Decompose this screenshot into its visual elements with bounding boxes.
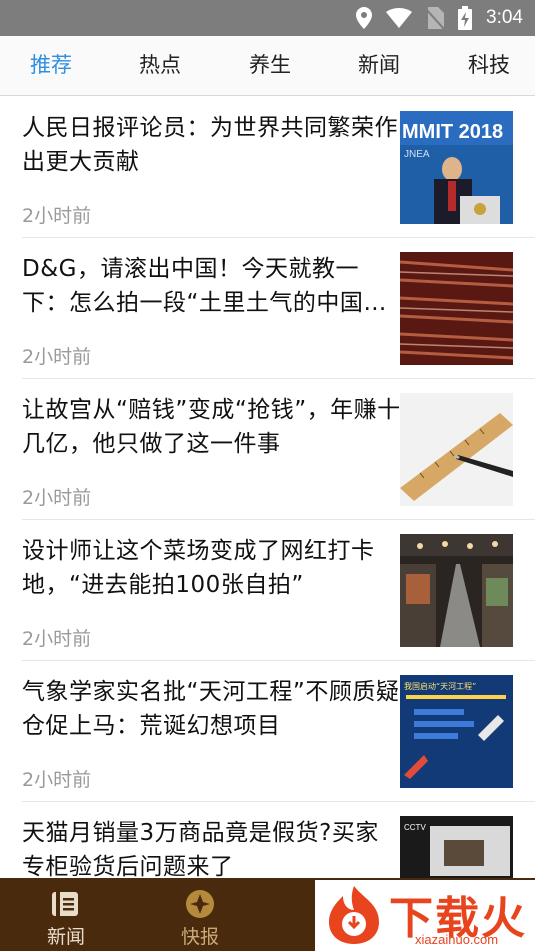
express-icon <box>186 890 214 918</box>
svg-text:JNEA: JNEA <box>404 149 430 160</box>
wifi-icon <box>386 8 413 28</box>
thumb-caption: MMIT 2018 <box>402 121 503 143</box>
status-bar: 3:04 <box>0 0 535 36</box>
news-thumbnail <box>400 534 513 647</box>
nav-item-news[interactable]: 新闻 <box>16 878 116 951</box>
battery-charging-icon <box>458 6 473 30</box>
news-title: 天猫月销量3万商品竟是假货?买家专柜验货后问题来了 <box>22 820 379 878</box>
news-time: 2小时前 <box>22 487 92 509</box>
news-item[interactable]: D&G，请滚出中国！今天就教一下：怎么拍一段“土里土气的中国… 2小时前 <box>22 238 535 379</box>
news-feed[interactable]: 人民日报评论员：为世界共同繁荣作出更大贡献 2小时前 MMIT 2018 JNE… <box>0 97 535 878</box>
news-title: 气象学家实名批“天河工程”不顾质疑仓促上马：荒诞幻想项目 <box>22 679 400 739</box>
tab-health[interactable]: 养生 <box>249 36 291 96</box>
news-thumbnail: 我国启动“天河工程” <box>400 675 513 788</box>
news-item[interactable]: 让故宫从“赔钱”变成“抢钱”，年赚十几亿，他只做了这一件事 2小时前 <box>22 379 535 520</box>
tab-tech[interactable]: 科技 <box>468 36 510 96</box>
news-item[interactable]: 气象学家实名批“天河工程”不顾质疑仓促上马：荒诞幻想项目 2小时前 我国启动“天… <box>22 661 535 802</box>
news-thumbnail <box>400 252 513 365</box>
nav-label: 新闻 <box>46 926 85 948</box>
news-title: D&G，请滚出中国！今天就教一下：怎么拍一段“土里土气的中国… <box>22 256 387 316</box>
tab-recommend[interactable]: 推荐 <box>30 36 72 96</box>
news-time: 2小时前 <box>22 205 92 227</box>
status-time: 3:04 <box>486 7 523 28</box>
news-item[interactable]: 设计师让这个菜场变成了网红打卡地，“进去能拍100张自拍” 2小时前 <box>22 520 535 661</box>
nav-item-express[interactable]: 快报 <box>150 878 250 951</box>
news-thumbnail <box>400 393 513 506</box>
news-icon <box>52 892 78 916</box>
tab-news[interactable]: 新闻 <box>358 36 400 96</box>
status-icons: 3:04 <box>356 0 523 36</box>
nav-label: 快报 <box>180 926 219 948</box>
category-tab-bar: 推荐 热点 养生 新闻 科技 <box>0 36 535 96</box>
news-time: 2小时前 <box>22 346 92 368</box>
location-icon <box>356 7 373 29</box>
news-title: 人民日报评论员：为世界共同繁荣作出更大贡献 <box>22 115 398 175</box>
news-thumbnail: MMIT 2018 JNEA <box>400 111 513 224</box>
news-title: 设计师让这个菜场变成了网红打卡地，“进去能拍100张自拍” <box>22 538 375 598</box>
news-title: 让故宫从“赔钱”变成“抢钱”，年赚十几亿，他只做了这一件事 <box>22 397 401 457</box>
news-time: 2小时前 <box>22 628 92 650</box>
news-item[interactable]: 人民日报评论员：为世界共同繁荣作出更大贡献 2小时前 MMIT 2018 JNE… <box>22 97 535 238</box>
news-thumbnail: CCTV <box>400 816 513 878</box>
tab-hot[interactable]: 热点 <box>139 36 181 96</box>
watermark-logo: 下载火 xiazaihuo.com <box>315 880 535 951</box>
watermark-url: xiazaihuo.com <box>415 932 499 947</box>
svg-text:CCTV: CCTV <box>404 823 426 832</box>
flame-logo-icon <box>329 886 379 944</box>
no-sim-icon <box>426 7 445 29</box>
news-item[interactable]: 天猫月销量3万商品竟是假货?买家专柜验货后问题来了 CCTV <box>22 802 535 878</box>
thumb-caption: 我国启动“天河工程” <box>404 681 476 691</box>
news-time: 2小时前 <box>22 769 92 791</box>
